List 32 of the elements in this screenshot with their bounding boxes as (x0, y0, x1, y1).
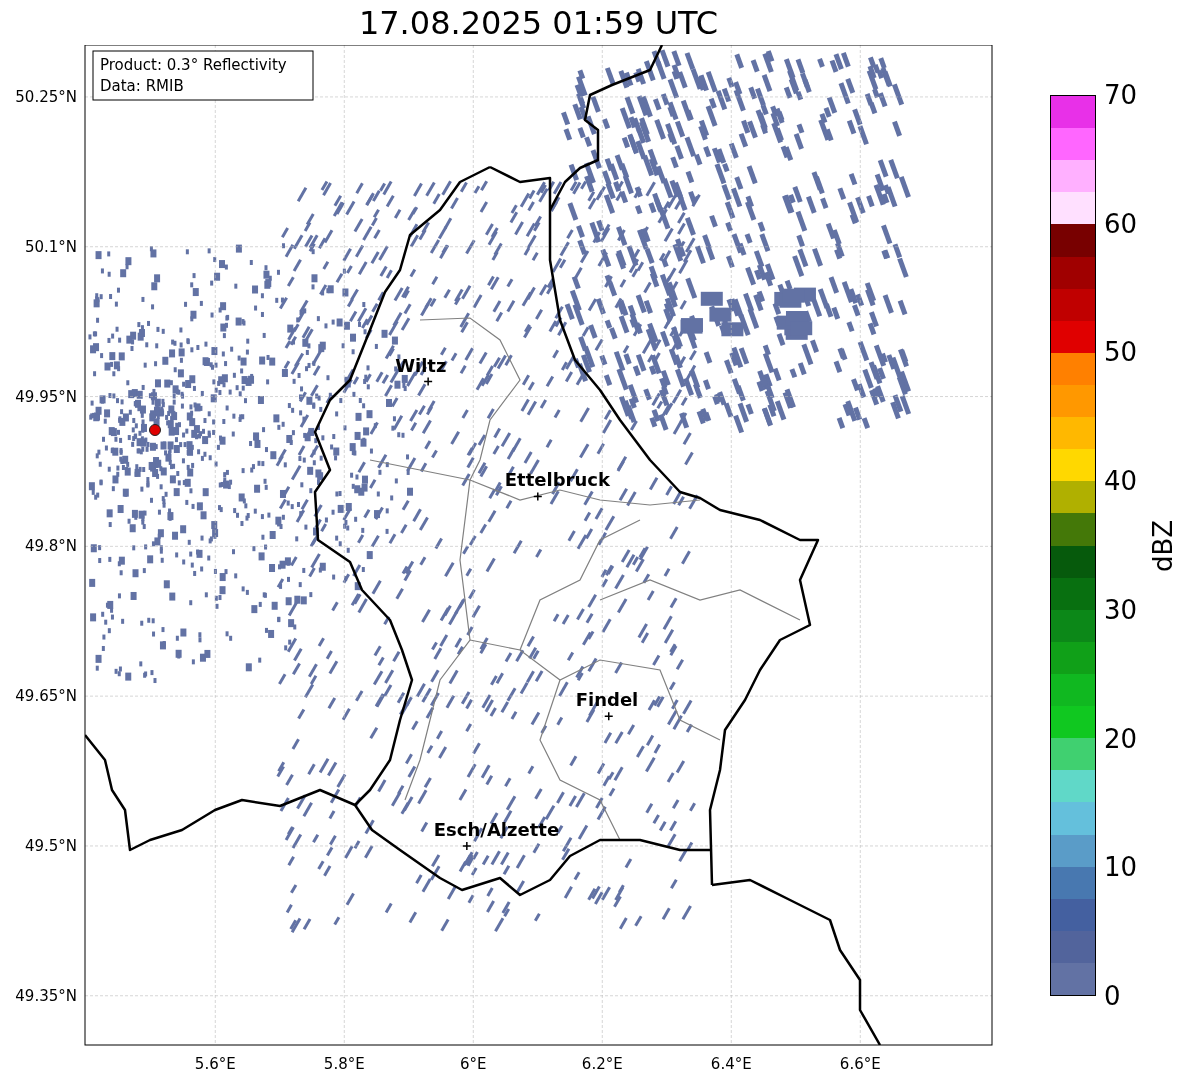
latitude-label: 49.35°N (15, 986, 77, 1005)
longitude-label: 6.6°E (839, 1055, 881, 1073)
city-marker (533, 491, 543, 502)
longitude-label: 5.8°E (323, 1055, 365, 1073)
city-marker (423, 376, 433, 387)
city-label: Ettelbruck (504, 469, 610, 491)
longitude-label: 6.4°E (710, 1055, 752, 1073)
colorbar-tick-label: 60 (1103, 210, 1138, 237)
city-label: Findel (575, 689, 639, 711)
colorbar-tick-label: 30 (1103, 596, 1138, 623)
colorbar-tick-label: 10 (1103, 854, 1138, 881)
latitude-label: 49.95°N (15, 387, 77, 406)
colorbar-tick-label: 50 (1103, 339, 1138, 366)
colorbar-tick-label: 20 (1103, 725, 1138, 752)
colorbar-tick-label: 70 (1103, 82, 1138, 108)
latitude-label: 50.25°N (15, 87, 77, 106)
info-text: Product: 0.3° Reflectivity (100, 56, 287, 74)
info-text: Data: RMIB (100, 77, 184, 95)
latitude-label: 49.5°N (24, 836, 77, 855)
longitude-label: 6.2°E (581, 1055, 623, 1073)
longitude-label: 5.6°E (194, 1055, 236, 1073)
colorbar-label: dBZ (1148, 519, 1178, 572)
city-marker (604, 711, 614, 721)
latitude-label: 50.1°N (24, 237, 77, 256)
colorbar-tick-label: 0 (1103, 983, 1121, 1009)
latitude-label: 49.8°N (24, 537, 77, 556)
latitude-label: 49.65°N (15, 687, 77, 706)
longitude-label: 6°E (460, 1055, 487, 1073)
chart-title: 17.08.2025 01:59 UTC (358, 6, 719, 39)
colorbar-tick-label: 40 (1103, 468, 1138, 495)
city-marker (462, 841, 472, 851)
radar-site-marker (149, 424, 161, 436)
